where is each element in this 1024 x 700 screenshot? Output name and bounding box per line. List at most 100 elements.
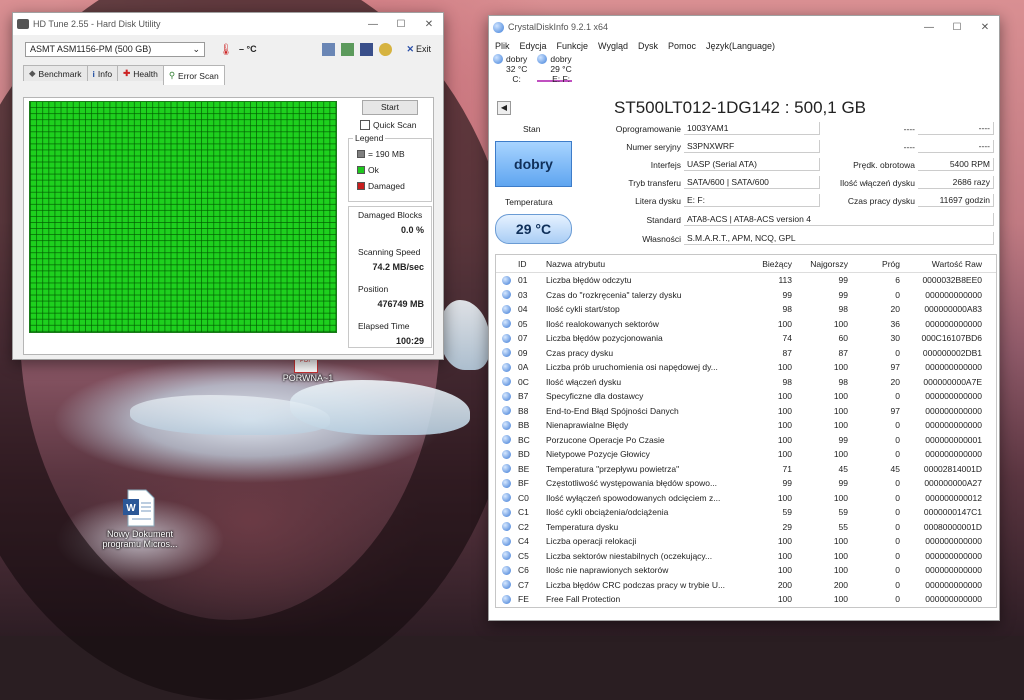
attr-name: Temperatura "przepływu powietrza" xyxy=(546,463,680,474)
drive-select[interactable]: ASMT ASM1156-PM (500 GB) ⌄ xyxy=(25,41,205,57)
column-header[interactable]: ID xyxy=(516,259,546,269)
status-dot-icon xyxy=(501,377,511,387)
tab-info[interactable]: i Info xyxy=(86,65,119,81)
tab-health[interactable]: ✚ Health xyxy=(117,65,164,81)
column-header[interactable]: Najgorszy xyxy=(792,259,848,269)
table-row[interactable]: C1 Ilość cykli obciążenia/odciążenia 59 59 0… xyxy=(496,505,996,520)
menu-item[interactable]: Dysk xyxy=(638,41,658,51)
table-row[interactable]: 0A Liczba prób uruchomienia osi napędowej… xyxy=(496,360,996,375)
scan-block-grid xyxy=(29,101,337,333)
minimize-button[interactable]: — xyxy=(915,22,943,33)
table-row[interactable]: C0 Ilość wyłączeń spowodowanych odcięciem… xyxy=(496,491,996,506)
attr-id: 09 xyxy=(518,347,528,358)
maximize-button[interactable]: ☐ xyxy=(943,22,971,33)
copy-info-icon[interactable] xyxy=(322,42,336,56)
menu-item[interactable]: Funkcje xyxy=(557,41,589,51)
attr-current: 100 xyxy=(777,565,792,576)
drive-temp: 32 °C xyxy=(506,64,528,74)
tab-error-scan[interactable]: ⚲ Error Scan xyxy=(162,65,225,85)
quick-scan-checkbox[interactable] xyxy=(360,120,370,130)
attr-threshold: 36 xyxy=(890,318,900,329)
exit-button[interactable]: ✕ Exit xyxy=(406,44,431,55)
menu-item[interactable]: Wygląd xyxy=(598,41,628,51)
table-row[interactable]: 03 Czas do "rozkręcenia" talerzy dysku 99 9… xyxy=(496,288,996,303)
attr-worst: 99 xyxy=(838,434,848,445)
table-row[interactable]: C6 Ilośc nie naprawionych sektorów 100 100 0… xyxy=(496,563,996,578)
column-header[interactable]: Bieżący xyxy=(736,259,792,269)
menu-item[interactable]: Język(Language) xyxy=(706,41,775,51)
menu-item[interactable]: Pomoc xyxy=(668,41,696,51)
attr-name: Ilość cykli obciążenia/odciążenia xyxy=(546,507,669,518)
status-dot-icon xyxy=(501,522,511,532)
minimize-button[interactable]: — xyxy=(359,19,387,30)
status-dot-icon xyxy=(501,478,511,488)
attr-current: 98 xyxy=(782,376,792,387)
attr-id: C5 xyxy=(518,550,529,561)
copy-screenshot-icon[interactable] xyxy=(341,42,355,56)
table-row[interactable]: C4 Liczba operacji relokacji 100 100 0 000000… xyxy=(496,534,996,549)
stat-label: Damaged Blocks xyxy=(358,210,423,220)
attr-raw: 000000000000 xyxy=(925,289,982,300)
table-row[interactable]: BD Nietypowe Pozycje Głowicy 100 100 0 000000… xyxy=(496,447,996,462)
close-button[interactable]: ✕ xyxy=(971,22,999,33)
table-row[interactable]: 05 Ilość realokowanych sektorów 100 100 36 00… xyxy=(496,317,996,332)
attr-current: 59 xyxy=(782,507,792,518)
attr-threshold: 0 xyxy=(895,391,900,402)
word-document-label[interactable]: Nowy Dokument programu Micros... xyxy=(100,529,180,549)
attr-raw: 000000000000 xyxy=(925,550,982,561)
table-row[interactable]: 01 Liczba błędów odczytu 113 99 6 0000032B8EE… xyxy=(496,273,996,288)
tab-benchmark[interactable]: ◆ Benchmark xyxy=(23,65,88,81)
legend-item: Damaged xyxy=(357,181,431,191)
hdtune-titlebar: HD Tune 2.55 - Hard Disk Utility — ☐ ✕ xyxy=(13,13,443,35)
column-header[interactable]: Próg xyxy=(848,259,900,269)
attr-raw: 000000000000 xyxy=(925,449,982,460)
options-icon[interactable] xyxy=(379,42,393,56)
attr-threshold: 0 xyxy=(895,449,900,460)
column-header[interactable]: Wartość Raw xyxy=(900,259,982,269)
c0 xyxy=(496,551,516,561)
column-header[interactable]: Nazwa atrybutu xyxy=(546,259,736,269)
table-row[interactable]: C7 Liczba błędów CRC podczas pracy w tryb… xyxy=(496,578,996,593)
status-dot-icon xyxy=(501,536,511,546)
field-label: Czas pracy dysku xyxy=(847,196,915,206)
table-row[interactable]: BB Nienaprawialne Błędy 100 100 0 00000000000… xyxy=(496,418,996,433)
pdf-desktop-label[interactable]: PORWNA~1 xyxy=(278,373,338,383)
attr-name: Ilość realokowanych sektorów xyxy=(546,318,659,329)
table-row[interactable]: B8 End-to-End Błąd Spójności Danych 100 100… xyxy=(496,404,996,419)
attr-threshold: 0 xyxy=(895,536,900,547)
table-row[interactable]: BE Temperatura "przepływu powietrza" 71 45 4… xyxy=(496,462,996,477)
menu-item[interactable]: Edycja xyxy=(520,41,547,51)
legend-item: Ok xyxy=(357,165,431,175)
attr-name: Temperatura dysku xyxy=(546,521,619,532)
attr-name: Ilość włączeń dysku xyxy=(546,376,622,387)
exit-label: Exit xyxy=(415,44,431,54)
table-row[interactable]: 04 Ilość cykli start/stop 98 98 20 000000000A… xyxy=(496,302,996,317)
drive-tab-ef[interactable]: dobry 29 °C E: F: xyxy=(537,54,572,84)
save-icon[interactable] xyxy=(360,42,374,56)
previous-disk-button[interactable]: ◀ xyxy=(497,101,511,115)
attr-current: 29 xyxy=(782,521,792,532)
attr-worst: 60 xyxy=(838,333,848,344)
table-row[interactable]: C2 Temperatura dysku 29 55 0 00080000001D xyxy=(496,520,996,535)
table-row[interactable]: 07 Liczba błędów pozycjonowania 74 60 30 000C… xyxy=(496,331,996,346)
table-row[interactable]: B7 Specyficzne dla dostawcy 100 100 0 0000000… xyxy=(496,389,996,404)
close-button[interactable]: ✕ xyxy=(415,19,443,30)
table-row[interactable]: 0C Ilość włączeń dysku 98 98 20 000000000A7E xyxy=(496,375,996,390)
table-row[interactable]: 09 Czas pracy dysku 87 87 0 000000002DB1 xyxy=(496,346,996,361)
maximize-button[interactable]: ☐ xyxy=(387,19,415,30)
quick-scan-checkbox-row[interactable]: Quick Scan xyxy=(360,120,416,130)
start-button[interactable]: Start xyxy=(362,100,418,115)
word-document-icon[interactable]: W xyxy=(122,489,156,527)
drive-tabs: dobry 32 °C C: dobry 29 °C E: F: xyxy=(489,54,999,84)
table-row[interactable]: BF Częstotliwość występowania błędów spow… xyxy=(496,476,996,491)
attr-raw: 0000000147C1 xyxy=(923,507,982,518)
field-label: Oprogramowanie xyxy=(615,124,681,134)
health-status-button[interactable]: dobry xyxy=(495,141,572,187)
tab-error-scan-label: Error Scan xyxy=(178,70,219,81)
attr-threshold: 0 xyxy=(895,492,900,503)
drive-tab-c[interactable]: dobry 32 °C C: xyxy=(493,54,528,84)
table-row[interactable]: FE Free Fall Protection 100 100 0 00000000000… xyxy=(496,592,996,607)
menu-item[interactable]: Plik xyxy=(495,41,510,51)
table-row[interactable]: BC Porzucone Operacje Po Czasie 100 99 0 0000… xyxy=(496,433,996,448)
table-row[interactable]: C5 Liczba sektorów niestabilnych (oczekuj… xyxy=(496,549,996,564)
